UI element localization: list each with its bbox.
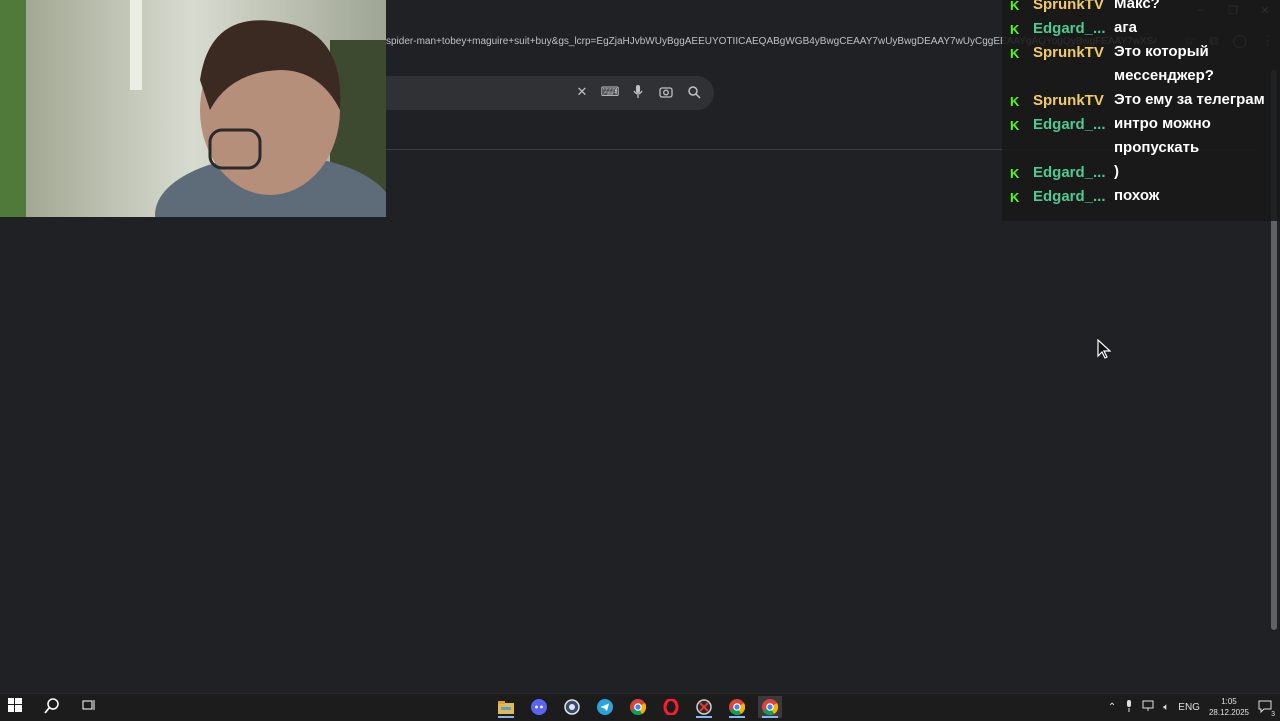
webcam-image — [0, 0, 386, 217]
chat-username: Edgard_... — [1033, 164, 1106, 181]
camera-search-icon[interactable] — [658, 84, 674, 100]
mouse-cursor-icon — [1097, 339, 1111, 359]
kick-icon: K — [1010, 190, 1020, 205]
chat-username: SprunkTV — [1033, 44, 1104, 61]
chat-text: интро можно пропускать — [1114, 115, 1211, 156]
webcam-overlay — [0, 0, 386, 217]
chevron-up-icon[interactable]: ⌃ — [1108, 702, 1116, 713]
keyboard-icon[interactable]: ⌨ — [601, 84, 620, 100]
microphone-icon[interactable] — [630, 84, 646, 100]
chat-text: ага — [1114, 19, 1137, 36]
language-indicator[interactable]: ENG — [1178, 702, 1200, 713]
clock-date: 28.12.2025 — [1208, 708, 1249, 717]
microphone-icon[interactable] — [1125, 699, 1133, 715]
chrome-active-icon[interactable] — [758, 696, 782, 718]
kick-icon: K — [1010, 0, 1020, 13]
taskbar: ⌃ 🔈︎ ENG 1:05 28.12.2025 3 — [0, 693, 1280, 721]
opera-icon[interactable] — [659, 696, 683, 718]
clock-time: 1:05 — [1221, 697, 1237, 706]
chrome-icon[interactable] — [626, 696, 650, 718]
chat-username: SprunkTV — [1033, 92, 1104, 109]
kick-icon: K — [1010, 118, 1020, 133]
windows-start-icon[interactable] — [8, 698, 22, 719]
file-explorer-icon[interactable] — [494, 696, 518, 718]
search-icon[interactable] — [44, 698, 60, 719]
chat-username: Edgard_... — [1033, 20, 1106, 37]
discord-icon[interactable] — [527, 696, 551, 718]
telegram-icon[interactable] — [593, 696, 617, 718]
chat-overlay: K SprunkTV Макс? K Edgard_... ага K Spru… — [1002, 0, 1280, 221]
chat-text: Это ему за телеграм — [1114, 91, 1265, 108]
search-input[interactable]: ✕ ⌨ — [386, 76, 714, 110]
notification-center-icon[interactable]: 3 — [1258, 699, 1275, 718]
chrome-canary-icon[interactable] — [725, 696, 749, 718]
network-icon[interactable] — [1142, 700, 1154, 714]
clock[interactable]: 1:05 28.12.2025 — [1209, 696, 1249, 718]
task-view-icon[interactable] — [82, 698, 96, 719]
kick-icon: K — [1010, 94, 1020, 109]
kick-icon: K — [1010, 166, 1020, 181]
chat-username: SprunkTV — [1033, 0, 1104, 13]
chat-text: Это который мессенджер? — [1114, 43, 1214, 84]
app-red-icon[interactable] — [692, 696, 716, 718]
chat-text: похож — [1114, 187, 1160, 204]
volume-icon[interactable]: 🔈︎ — [1163, 702, 1169, 713]
chat-text: ) — [1114, 163, 1119, 180]
clear-icon[interactable]: ✕ — [574, 84, 590, 100]
chat-username: Edgard_... — [1033, 116, 1106, 133]
app-circle-icon[interactable] — [560, 696, 584, 718]
chat-text: Макс? — [1114, 0, 1160, 12]
kick-icon: K — [1010, 22, 1020, 37]
notification-count: 3 — [1271, 710, 1275, 718]
chat-username: Edgard_... — [1033, 188, 1106, 205]
search-icon[interactable] — [686, 84, 702, 100]
kick-icon: K — [1010, 46, 1020, 61]
